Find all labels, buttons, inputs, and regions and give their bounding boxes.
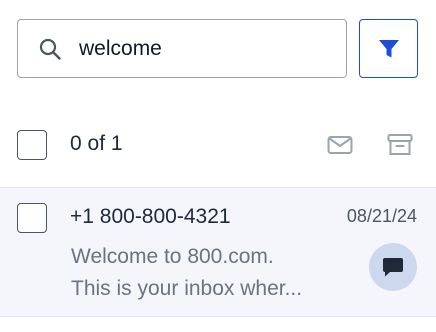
chat-badge bbox=[369, 243, 417, 291]
message-sender: +1 800-800-4321 bbox=[70, 205, 231, 228]
message-preview-line: This is your inbox wher... bbox=[71, 277, 303, 300]
filter-button[interactable] bbox=[359, 19, 418, 78]
message-row[interactable]: +1 800-800-4321 08/21/24 Welcome to 800.… bbox=[0, 187, 436, 317]
selection-count: 0 of 1 bbox=[70, 132, 123, 155]
message-preview: Welcome to 800.com. This is your inbox w… bbox=[71, 241, 351, 305]
chat-bubble-icon bbox=[383, 258, 403, 277]
message-preview-line: Welcome to 800.com. bbox=[71, 245, 274, 268]
filter-icon bbox=[378, 39, 399, 57]
inbox-panel: 0 of 1 +1 800-800-4321 08/21/24 Welcome … bbox=[0, 0, 436, 332]
mail-icon[interactable] bbox=[326, 131, 354, 159]
select-all-checkbox[interactable] bbox=[17, 130, 47, 160]
search-input[interactable] bbox=[79, 36, 319, 61]
message-checkbox[interactable] bbox=[17, 203, 47, 233]
message-date: 08/21/24 bbox=[346, 206, 417, 226]
archive-icon[interactable] bbox=[386, 131, 414, 159]
search-field[interactable] bbox=[17, 19, 347, 78]
search-icon bbox=[37, 36, 63, 62]
